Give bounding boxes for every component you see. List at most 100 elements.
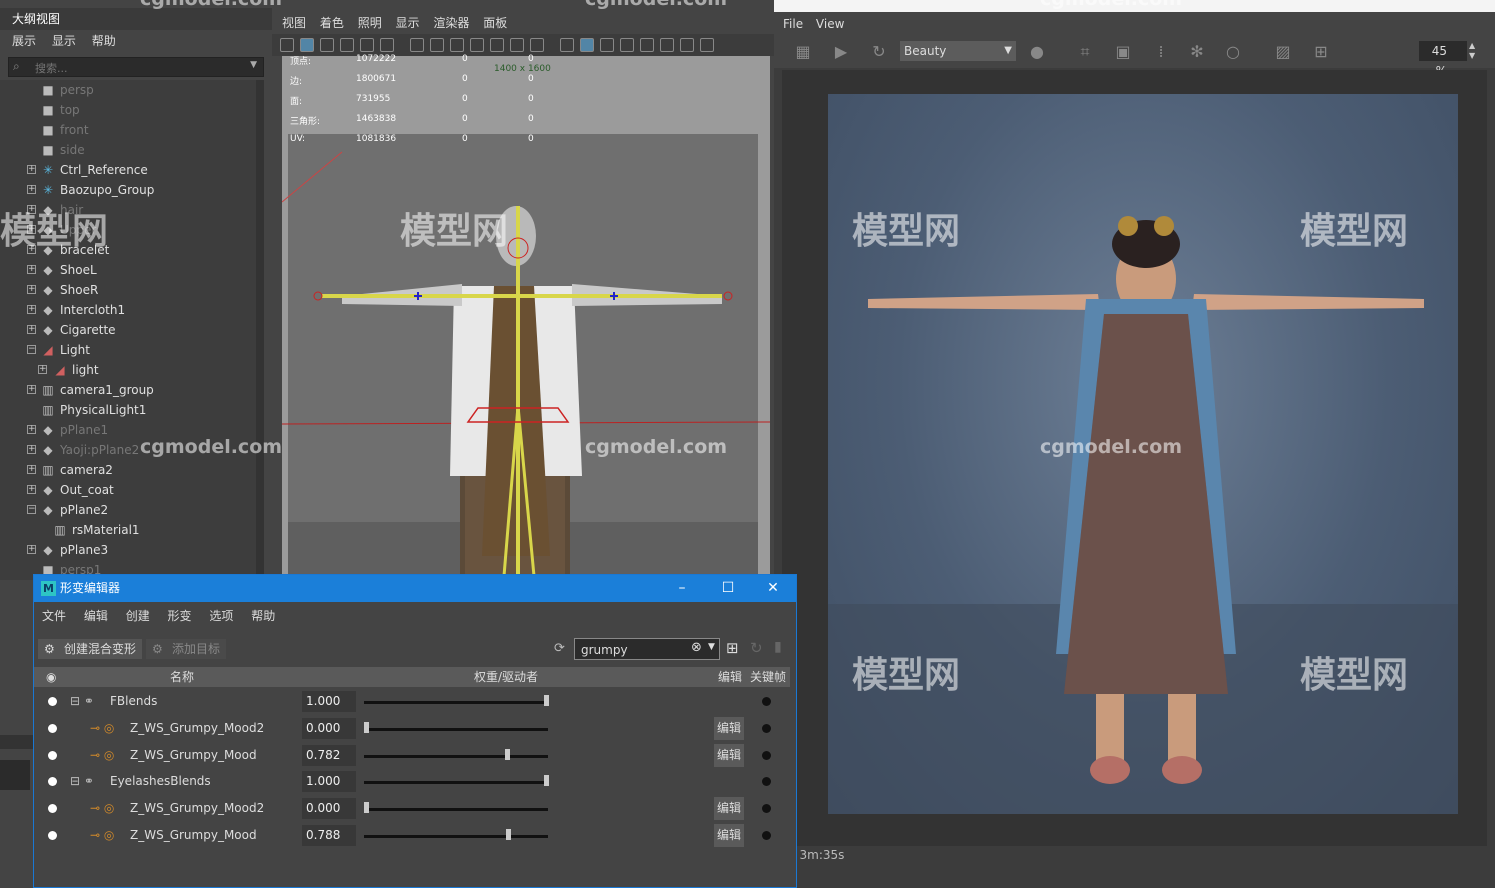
dropdown-arrow-icon[interactable]: ▼ bbox=[250, 60, 257, 70]
lock-icon[interactable]: ▣ bbox=[1114, 43, 1132, 61]
keyframe-button[interactable] bbox=[762, 831, 771, 840]
resolution-gate-icon[interactable] bbox=[450, 38, 464, 52]
viewport-scene[interactable]: 顶点: 1072222 0 0 1400 x 1600 边: 1800671 0… bbox=[282, 54, 770, 580]
weight-field[interactable]: 0.000 bbox=[302, 798, 356, 820]
wireframe-icon[interactable] bbox=[560, 38, 574, 52]
blend-shape-group-row[interactable]: ⊟ ⚭ EyelashesBlends 1.000 bbox=[34, 768, 790, 795]
outliner-item[interactable]: − ◢ Light bbox=[0, 340, 262, 360]
expand-toggle[interactable]: + bbox=[27, 165, 36, 174]
bookmark-icon[interactable] bbox=[320, 38, 334, 52]
play-icon[interactable]: ▶ bbox=[832, 43, 850, 61]
weight-slider[interactable] bbox=[364, 754, 548, 758]
image-icon[interactable]: ▨ bbox=[1274, 43, 1292, 61]
menu-create[interactable]: 创建 bbox=[126, 605, 150, 627]
outliner-item[interactable]: ▥ rsMaterial1 bbox=[0, 520, 262, 540]
menu-edit[interactable]: 编辑 bbox=[84, 605, 108, 627]
menu-display[interactable]: 显示 bbox=[52, 30, 76, 52]
weight-field[interactable]: 1.000 bbox=[302, 771, 356, 793]
maximize-icon[interactable]: ☐ bbox=[708, 575, 748, 602]
menu-lighting[interactable]: 照明 bbox=[358, 12, 382, 34]
clapper-icon[interactable]: ▦ bbox=[794, 43, 812, 61]
add-snapshot-icon[interactable]: ⊞ bbox=[1312, 43, 1330, 61]
menu-view[interactable]: View bbox=[816, 12, 844, 36]
create-blend-shape-button[interactable]: ⚙ 创建混合变形 bbox=[38, 639, 143, 659]
weight-slider-handle[interactable] bbox=[364, 721, 369, 733]
pan-zoom-icon[interactable] bbox=[510, 38, 524, 52]
new-folder-icon[interactable]: ⊞ bbox=[726, 639, 739, 657]
menu-view[interactable]: 视图 bbox=[282, 12, 306, 34]
expand-toggle[interactable]: + bbox=[27, 465, 36, 474]
weight-slider[interactable] bbox=[364, 781, 548, 785]
snowflake-icon[interactable]: ✻ bbox=[1188, 43, 1206, 61]
clear-icon[interactable]: ⊗ bbox=[691, 640, 702, 655]
menu-deform[interactable]: 形变 bbox=[168, 605, 192, 627]
menu-help[interactable]: 帮助 bbox=[251, 605, 275, 627]
edit-button[interactable]: 编辑 bbox=[714, 716, 744, 740]
weight-field[interactable]: 0.788 bbox=[302, 825, 356, 846]
outliner-item[interactable]: + ◆ pPlane3 bbox=[0, 540, 262, 560]
menu-file[interactable]: 文件 bbox=[42, 605, 66, 627]
visibility-toggle[interactable] bbox=[48, 777, 57, 787]
lights-icon[interactable] bbox=[620, 38, 634, 52]
visibility-toggle[interactable] bbox=[48, 723, 57, 733]
edit-button[interactable]: 编辑 bbox=[714, 743, 744, 767]
blend-shape-group-row[interactable]: ⊟ ⚭ FBlends 1.000 bbox=[34, 688, 790, 715]
close-icon[interactable]: ✕ bbox=[753, 575, 793, 602]
isolate-icon[interactable] bbox=[660, 38, 674, 52]
outliner-item[interactable]: − ◆ pPlane2 bbox=[0, 500, 262, 520]
shape-filter-field[interactable]: ⊗ ▼ bbox=[574, 638, 720, 660]
outliner-item[interactable]: ■ side bbox=[0, 140, 262, 160]
menu-options[interactable]: 选项 bbox=[209, 605, 233, 627]
weight-slider-handle[interactable] bbox=[544, 695, 549, 706]
keyframe-button[interactable] bbox=[762, 697, 771, 706]
expand-toggle[interactable]: + bbox=[27, 305, 36, 314]
outliner-item[interactable]: + ◆ ShoeL bbox=[0, 260, 262, 280]
grid-icon[interactable]: ⁞ bbox=[1152, 43, 1170, 61]
shaded-icon[interactable] bbox=[580, 38, 594, 52]
outliner-item[interactable]: + ◆ Out_coat bbox=[0, 480, 262, 500]
edit-button[interactable]: 编辑 bbox=[714, 797, 744, 821]
shadow-icon[interactable] bbox=[640, 38, 654, 52]
keyframe-button[interactable] bbox=[762, 723, 771, 733]
weight-field[interactable]: 0.000 bbox=[302, 717, 356, 739]
outliner-item[interactable]: + ✳ Ctrl_Reference bbox=[0, 160, 262, 180]
circle-icon[interactable]: ○ bbox=[1224, 43, 1242, 61]
outliner-item[interactable]: + ◆ Cigarette bbox=[0, 320, 262, 340]
menu-panels[interactable]: 面板 bbox=[483, 12, 507, 34]
menu-show[interactable]: 展示 bbox=[12, 30, 36, 52]
outliner-item[interactable]: + ▥ camera1_group bbox=[0, 380, 262, 400]
weight-slider-handle[interactable] bbox=[504, 748, 510, 760]
expand-toggle[interactable]: + bbox=[38, 365, 47, 374]
crop-icon[interactable]: ⌗ bbox=[1076, 43, 1094, 61]
blend-shape-target-row[interactable]: ⊸ ◎ Z_WS_Grumpy_Mood 0.782 编辑 bbox=[34, 742, 790, 769]
expand-toggle[interactable]: + bbox=[27, 185, 36, 194]
outliner-item[interactable]: ▥ PhysicalLight1 bbox=[0, 400, 262, 420]
outliner-item[interactable]: + ◢ light bbox=[0, 360, 262, 380]
select-tool-icon[interactable] bbox=[280, 38, 294, 52]
filter-icon[interactable]: ⟳ bbox=[554, 641, 565, 656]
outliner-item[interactable]: ■ front bbox=[0, 120, 262, 140]
menu-help[interactable]: 帮助 bbox=[92, 30, 116, 52]
outliner-search-input[interactable] bbox=[33, 59, 237, 77]
weight-slider-handle[interactable] bbox=[544, 775, 549, 787]
expand-toggle[interactable]: + bbox=[27, 385, 36, 394]
weight-field[interactable]: 0.782 bbox=[302, 744, 356, 766]
expand-toggle[interactable]: + bbox=[27, 445, 36, 454]
weight-slider[interactable] bbox=[364, 808, 548, 812]
aov-select[interactable]: Beauty ▼ bbox=[900, 41, 1016, 61]
zoom-field[interactable]: 45 % bbox=[1419, 41, 1467, 78]
visibility-toggle[interactable] bbox=[48, 750, 57, 760]
visibility-toggle[interactable] bbox=[48, 697, 57, 706]
expand-toggle[interactable]: + bbox=[27, 425, 36, 434]
weight-field[interactable]: 1.000 bbox=[302, 691, 356, 712]
safe-area-icon[interactable] bbox=[470, 38, 484, 52]
move-icon[interactable] bbox=[340, 38, 354, 52]
blend-shape-target-row[interactable]: ⊸ ◎ Z_WS_Grumpy_Mood 0.788 编辑 bbox=[34, 822, 790, 849]
expand-toggle[interactable]: − bbox=[27, 345, 36, 354]
weight-slider-handle[interactable] bbox=[505, 829, 511, 840]
outliner-scrollbar[interactable] bbox=[256, 80, 264, 580]
weight-slider[interactable] bbox=[364, 727, 548, 731]
outliner-search[interactable]: ⌕ ▼ bbox=[8, 57, 264, 77]
visibility-toggle[interactable] bbox=[48, 831, 57, 840]
shape-editor-titlebar[interactable]: M 形变编辑器 – ☐ ✕ bbox=[34, 575, 796, 602]
